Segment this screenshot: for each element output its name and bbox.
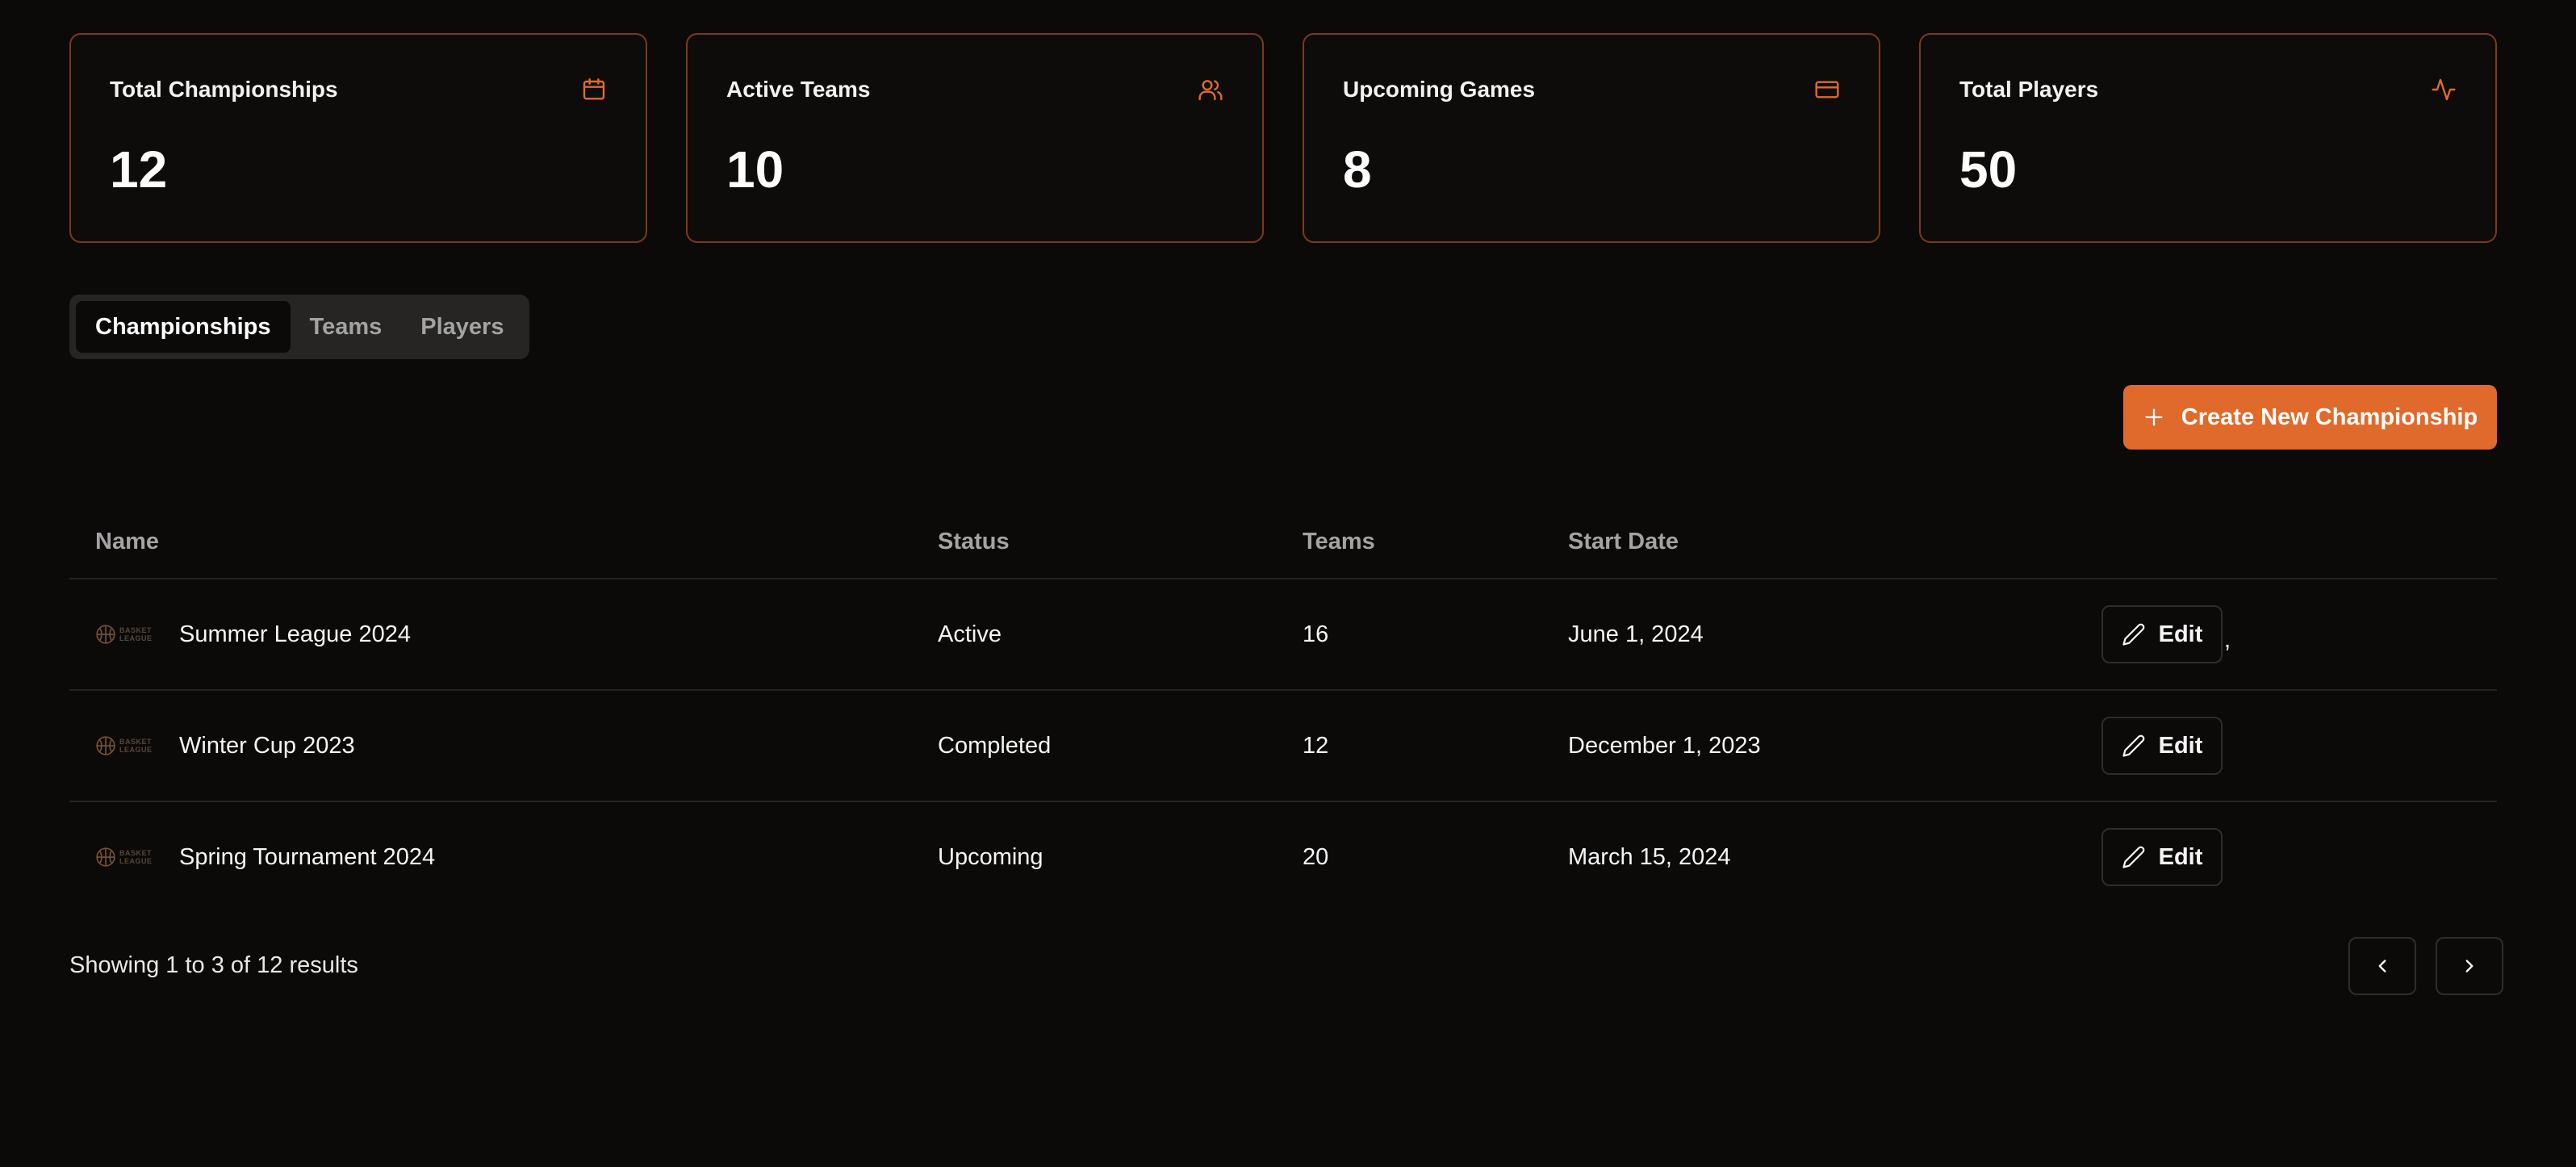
championship-name: Winter Cup 2023: [179, 732, 355, 759]
cell-actions: Edit: [2101, 717, 2497, 775]
stat-card-value: 12: [110, 140, 168, 199]
cell-name: BASKET LEAGUE Winter Cup 2023: [69, 733, 938, 759]
cell-name: BASKET LEAGUE Summer League 2024: [69, 621, 938, 648]
create-championship-button[interactable]: Create New Championship: [2123, 385, 2497, 450]
logo-text-line1: BASKET: [119, 738, 153, 746]
league-logo-text: BASKET LEAGUE: [119, 626, 153, 642]
chevron-left-icon: [2378, 960, 2386, 972]
league-logo-text: BASKET LEAGUE: [119, 849, 153, 865]
stat-card-value: 8: [1343, 140, 1372, 199]
cell-start-date: December 1, 2023: [1568, 732, 1761, 759]
chevron-right-icon: [2465, 960, 2474, 972]
edit-button[interactable]: Edit: [2101, 828, 2223, 886]
basketball-icon: [96, 847, 115, 867]
stat-card-upcoming-games: Upcoming Games 8: [1303, 33, 1880, 243]
pagination: [2348, 937, 2503, 995]
column-header-start-date: Start Date: [1568, 528, 1679, 554]
cell-teams: 12: [1303, 732, 1329, 759]
basketball-icon: [96, 625, 115, 644]
basketball-icon: [96, 736, 115, 755]
edit-button[interactable]: Edit: [2101, 605, 2223, 663]
tab-championships[interactable]: Championships: [76, 301, 291, 353]
logo-text-line2: LEAGUE: [119, 857, 153, 865]
championship-name: Spring Tournament 2024: [179, 843, 436, 870]
table-header: Name Status Teams Start Date: [69, 505, 2497, 579]
logo-text-line2: LEAGUE: [119, 746, 153, 754]
pencil-icon: [2122, 734, 2144, 757]
pencil-icon: [2122, 846, 2144, 868]
edit-button-label: Edit: [2158, 843, 2203, 870]
results-summary: Showing 1 to 3 of 12 results: [69, 952, 358, 978]
plus-icon: [2145, 408, 2163, 426]
users-icon: [1198, 80, 1223, 101]
tab-players[interactable]: Players: [401, 301, 523, 353]
league-logo: BASKET LEAGUE: [95, 622, 160, 646]
table-row: BASKET LEAGUE Summer League 2024 Active 1…: [69, 579, 2497, 691]
tab-teams[interactable]: Teams: [291, 301, 402, 353]
stray-comma: ,: [2224, 626, 2231, 653]
calendar-icon: [583, 78, 605, 100]
tab-list: Championships Teams Players: [69, 295, 530, 359]
column-header-status: Status: [938, 528, 1010, 554]
pencil-icon: [2122, 623, 2144, 646]
edit-button-label: Edit: [2158, 621, 2203, 647]
cell-start-date: June 1, 2024: [1568, 621, 1704, 647]
activity-icon: [2432, 78, 2456, 101]
cell-actions: Edit: [2101, 828, 2497, 886]
stats-row: Total Championships 12 Active Teams 10 U…: [69, 33, 2497, 243]
next-page-button[interactable]: [2436, 937, 2503, 995]
cell-status: Completed: [938, 732, 1052, 759]
championship-name: Summer League 2024: [179, 621, 411, 647]
table-row: BASKET LEAGUE Spring Tournament 2024 Upco…: [69, 802, 2497, 912]
cell-teams: 20: [1303, 843, 1329, 870]
cell-status: Upcoming: [938, 843, 1043, 870]
cell-teams: 16: [1303, 621, 1329, 647]
table-row: BASKET LEAGUE Winter Cup 2023 Completed 1…: [69, 691, 2497, 802]
stat-card-title: Total Championships: [110, 77, 338, 102]
stat-card-total-players: Total Players 50: [1919, 33, 2497, 243]
cell-start-date: March 15, 2024: [1568, 843, 1731, 870]
stat-card-value: 50: [1959, 140, 2018, 199]
create-button-label: Create New Championship: [2181, 404, 2478, 430]
cell-status: Active: [938, 621, 1002, 647]
stat-card-value: 10: [726, 140, 784, 199]
logo-text-line1: BASKET: [119, 849, 153, 857]
stat-card-active-teams: Active Teams 10: [686, 33, 1264, 243]
league-logo: BASKET LEAGUE: [95, 845, 160, 869]
stat-card-title: Active Teams: [726, 77, 871, 102]
cell-actions: Edit ,: [2101, 605, 2497, 663]
league-logo: BASKET LEAGUE: [95, 734, 160, 758]
stat-card-title: Upcoming Games: [1343, 77, 1536, 102]
logo-text-line2: LEAGUE: [119, 634, 153, 642]
championships-table: Name Status Teams Start Date BASKET LEAGU…: [69, 505, 2497, 912]
edit-button[interactable]: Edit: [2101, 717, 2223, 775]
logo-text-line1: BASKET: [119, 626, 153, 634]
championships-dashboard: Total Championships 12 Active Teams 10 U…: [0, 0, 2576, 1167]
stat-card-title: Total Players: [1959, 77, 2099, 102]
cell-name: BASKET LEAGUE Spring Tournament 2024: [69, 844, 938, 871]
column-header-teams: Teams: [1303, 528, 1375, 554]
credit-card-icon: [1815, 81, 1839, 98]
league-logo-text: BASKET LEAGUE: [119, 738, 153, 754]
previous-page-button[interactable]: [2348, 937, 2416, 995]
stat-card-total-championships: Total Championships 12: [69, 33, 647, 243]
edit-button-label: Edit: [2158, 732, 2203, 759]
column-header-name: Name: [95, 528, 159, 554]
